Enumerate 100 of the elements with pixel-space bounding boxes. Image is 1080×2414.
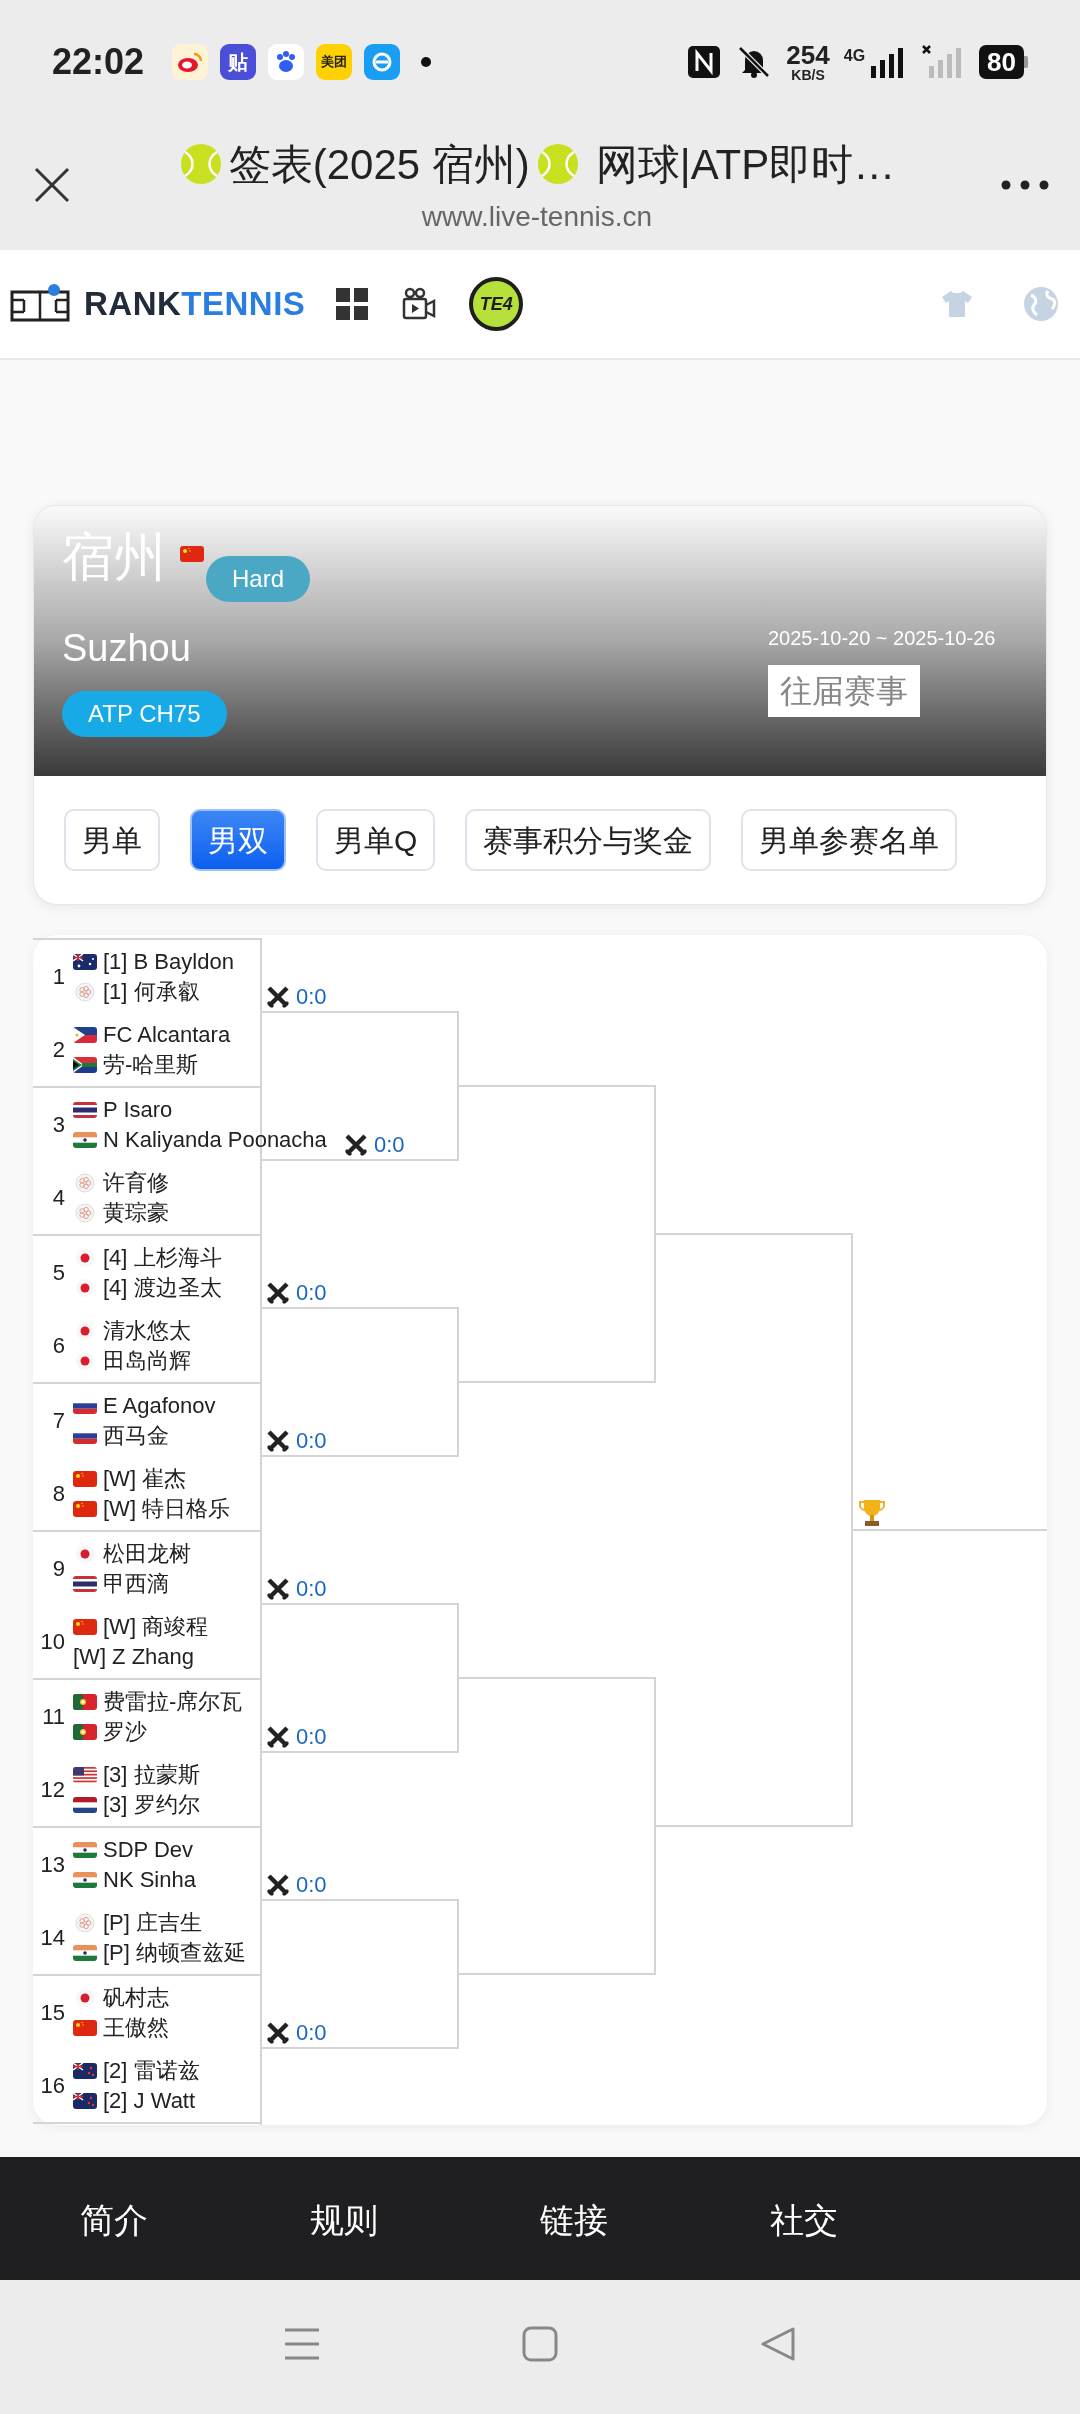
event-tab[interactable]: 男单 (64, 809, 160, 871)
player-name: [4] 渡边圣太 (103, 1276, 222, 1299)
dot-icon (420, 56, 433, 68)
match-score[interactable]: 0:0 (296, 1720, 327, 1753)
site-logo[interactable]: RANKTENNIS (10, 279, 306, 329)
match-score[interactable]: 0:0 (296, 1868, 327, 1901)
flag-icon (75, 1987, 95, 2008)
event-tab[interactable]: 男单参赛名单 (741, 809, 958, 871)
player-name: 王傲然 (103, 2016, 169, 2039)
flower-icon (75, 1202, 95, 1223)
flag-icon (73, 1500, 97, 1517)
flower-icon (75, 1912, 95, 1933)
flag-icon (75, 1277, 95, 1298)
tier-badge: ATP CH75 (62, 691, 227, 737)
home-icon[interactable] (521, 2325, 559, 2363)
entry-number: 11 (41, 1703, 66, 1731)
entry-number: 4 (51, 1184, 66, 1212)
crossed-swords-icon (266, 1280, 290, 1305)
crossed-swords-icon (266, 1724, 290, 1749)
more-icon[interactable] (1000, 179, 1050, 191)
entry-number: 1 (51, 963, 66, 991)
flag-icon (73, 953, 97, 970)
entry-number: 13 (39, 1851, 66, 1879)
status-time: 22:02 (52, 40, 145, 84)
match-score[interactable]: 0:0 (296, 1572, 327, 1605)
player-name: 劳-哈里斯 (103, 1053, 199, 1076)
player-name: 许育修 (103, 1171, 169, 1194)
flag-icon (73, 1618, 97, 1635)
player-name: [1] B Bayldon (103, 950, 234, 973)
page-title: 网球|ATP即时… (595, 139, 896, 190)
paw-icon (268, 44, 305, 80)
flag-icon (73, 1101, 97, 1118)
player-name: [P] 纳顿查兹延 (103, 1941, 246, 1964)
player-name: E Agafonov (103, 1394, 216, 1417)
flag-icon (75, 1320, 95, 1341)
flag-icon (73, 1796, 97, 1813)
footer-heading: 链接 (540, 2200, 609, 2241)
entry-number: 16 (39, 2072, 66, 2100)
surface-badge: Hard (206, 556, 311, 602)
player-name: 松田龙树 (103, 1542, 191, 1565)
flag-icon (73, 1056, 97, 1073)
player-name: NK Sinha (103, 1868, 196, 1891)
flower-icon (75, 981, 95, 1002)
crossed-swords-icon (266, 1428, 290, 1453)
match-score[interactable]: 0:0 (374, 1128, 405, 1161)
player-name: [3] 罗约尔 (103, 1793, 200, 1816)
player-name: 西马金 (103, 1424, 169, 1447)
flag-icon (73, 1723, 97, 1740)
event-tab[interactable]: 男单Q (316, 809, 436, 871)
player-name: [P] 庄吉生 (103, 1911, 202, 1934)
event-tab[interactable]: 男双 (190, 809, 286, 871)
player-name: [1] 何承叡 (103, 980, 200, 1003)
nfc-icon (686, 44, 723, 80)
eleme-icon (364, 44, 401, 80)
event-tab[interactable]: 赛事积分与奖金 (465, 809, 712, 871)
player-name: [2] J Watt (103, 2089, 196, 2112)
tieba-icon: 贴 (220, 44, 257, 80)
network-speed: 254 (786, 42, 830, 68)
flag-icon (73, 1841, 97, 1858)
tennis-ball-icon (535, 142, 580, 186)
back-icon[interactable] (759, 2325, 797, 2363)
globe-icon[interactable] (1022, 285, 1060, 323)
te4-badge[interactable]: TE4 (469, 277, 524, 331)
video-camera-icon[interactable] (401, 286, 438, 322)
crossed-swords-icon (344, 1132, 368, 1157)
flag-icon (75, 1247, 95, 1268)
player-name: [4] 上杉海斗 (103, 1246, 222, 1269)
player-name: 罗沙 (103, 1720, 147, 1743)
flag-icon (75, 1350, 95, 1371)
meituan-icon: 美团 (316, 44, 353, 80)
shirt-icon[interactable] (940, 289, 974, 319)
player-name: 费雷拉-席尔瓦 (103, 1690, 243, 1713)
player-name: FC Alcantara (103, 1023, 231, 1046)
flag-icon (73, 1871, 97, 1888)
past-editions-link[interactable]: 往届赛事 (768, 665, 920, 717)
match-score[interactable]: 0:0 (296, 980, 327, 1013)
player-name: [W] 商竣程 (103, 1615, 209, 1638)
flag-icon (73, 1026, 97, 1043)
footer-heading: 规则 (310, 2200, 379, 2241)
flag-icon (73, 1575, 97, 1592)
match-score[interactable]: 0:0 (296, 1424, 327, 1457)
player-name: 田岛尚辉 (103, 1349, 191, 1372)
player-name: 甲西滴 (103, 1572, 169, 1595)
entry-number: 10 (39, 1628, 66, 1656)
player-name: P Isaro (103, 1098, 173, 1121)
player-name: 矾村志 (103, 1986, 169, 2009)
crossed-swords-icon (266, 1872, 290, 1897)
network-type: 4G (843, 46, 866, 66)
page-title: 签表(2025 宿州) (228, 139, 530, 190)
flag-icon (73, 1693, 97, 1710)
flag-icon (180, 546, 204, 562)
flag-icon (73, 1131, 97, 1148)
player-name: [2] 雷诺兹 (103, 2059, 200, 2082)
grid-icon[interactable] (335, 287, 370, 321)
match-score[interactable]: 0:0 (296, 2016, 327, 2049)
match-score[interactable]: 0:0 (296, 1276, 327, 1309)
player-name: 黄琮豪 (103, 1201, 169, 1224)
flag-icon (73, 1470, 97, 1487)
player-name: [W] Z Zhang (73, 1645, 195, 1668)
player-name: [3] 拉蒙斯 (103, 1763, 200, 1786)
